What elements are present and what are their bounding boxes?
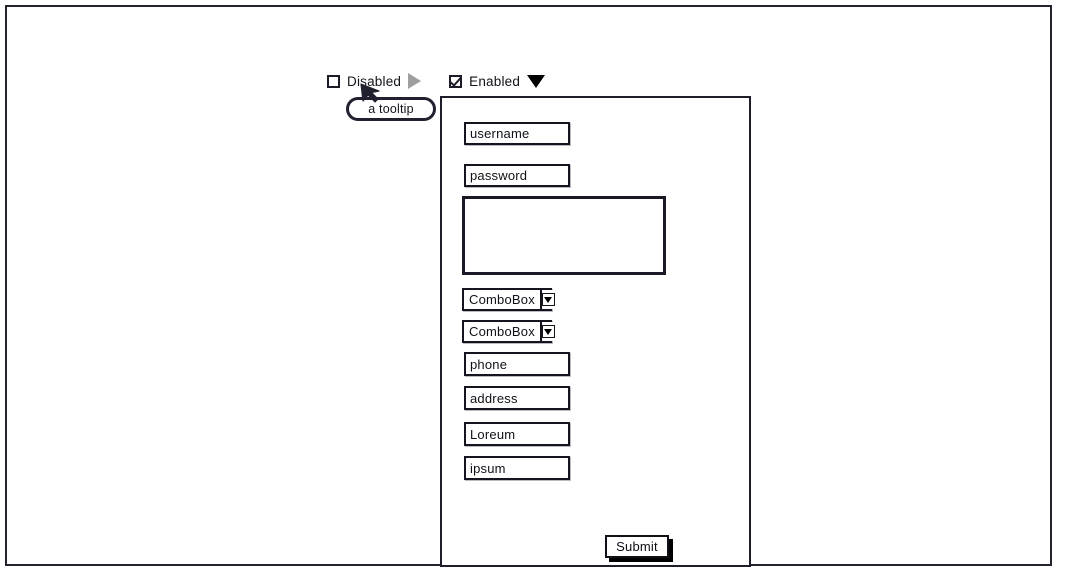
submit-button[interactable]: Submit [605, 535, 669, 558]
mouse-pointer-icon [360, 83, 380, 103]
chevron-down-icon [541, 293, 555, 306]
checkbox-disabled[interactable] [327, 74, 340, 88]
phone-value: phone [470, 356, 508, 372]
notes-textarea[interactable] [462, 196, 666, 275]
combobox-2-value: ComboBox [469, 324, 535, 339]
ipsum-value: ipsum [470, 460, 506, 476]
address-input[interactable]: address [464, 386, 570, 410]
combobox-2[interactable]: ComboBox [462, 320, 555, 343]
triangle-right-icon [408, 73, 422, 89]
ipsum-input[interactable]: ipsum [464, 456, 570, 480]
window-frame: Disabled Enabled a tooltip username pass… [5, 5, 1052, 567]
checkbox-label-enabled: Enabled [469, 73, 521, 89]
checkbox-enabled[interactable] [449, 74, 463, 88]
loreum-input[interactable]: Loreum [464, 422, 570, 446]
phone-input[interactable]: phone [464, 352, 570, 376]
username-input[interactable]: username [464, 122, 570, 145]
submit-button-label: Submit [616, 539, 658, 554]
password-value: password [470, 168, 528, 183]
chevron-down-icon [541, 325, 555, 338]
address-value: address [470, 390, 518, 406]
combobox-1-value: ComboBox [469, 292, 535, 307]
triangle-down-icon [527, 74, 546, 88]
username-value: username [470, 126, 530, 141]
checkbox-group-enabled[interactable]: Enabled [449, 70, 546, 92]
password-input[interactable]: password [464, 164, 570, 187]
loreum-value: Loreum [470, 426, 516, 442]
combobox-2-toggle[interactable] [539, 322, 555, 341]
combobox-1-toggle[interactable] [539, 290, 555, 309]
combobox-1[interactable]: ComboBox [462, 288, 555, 311]
